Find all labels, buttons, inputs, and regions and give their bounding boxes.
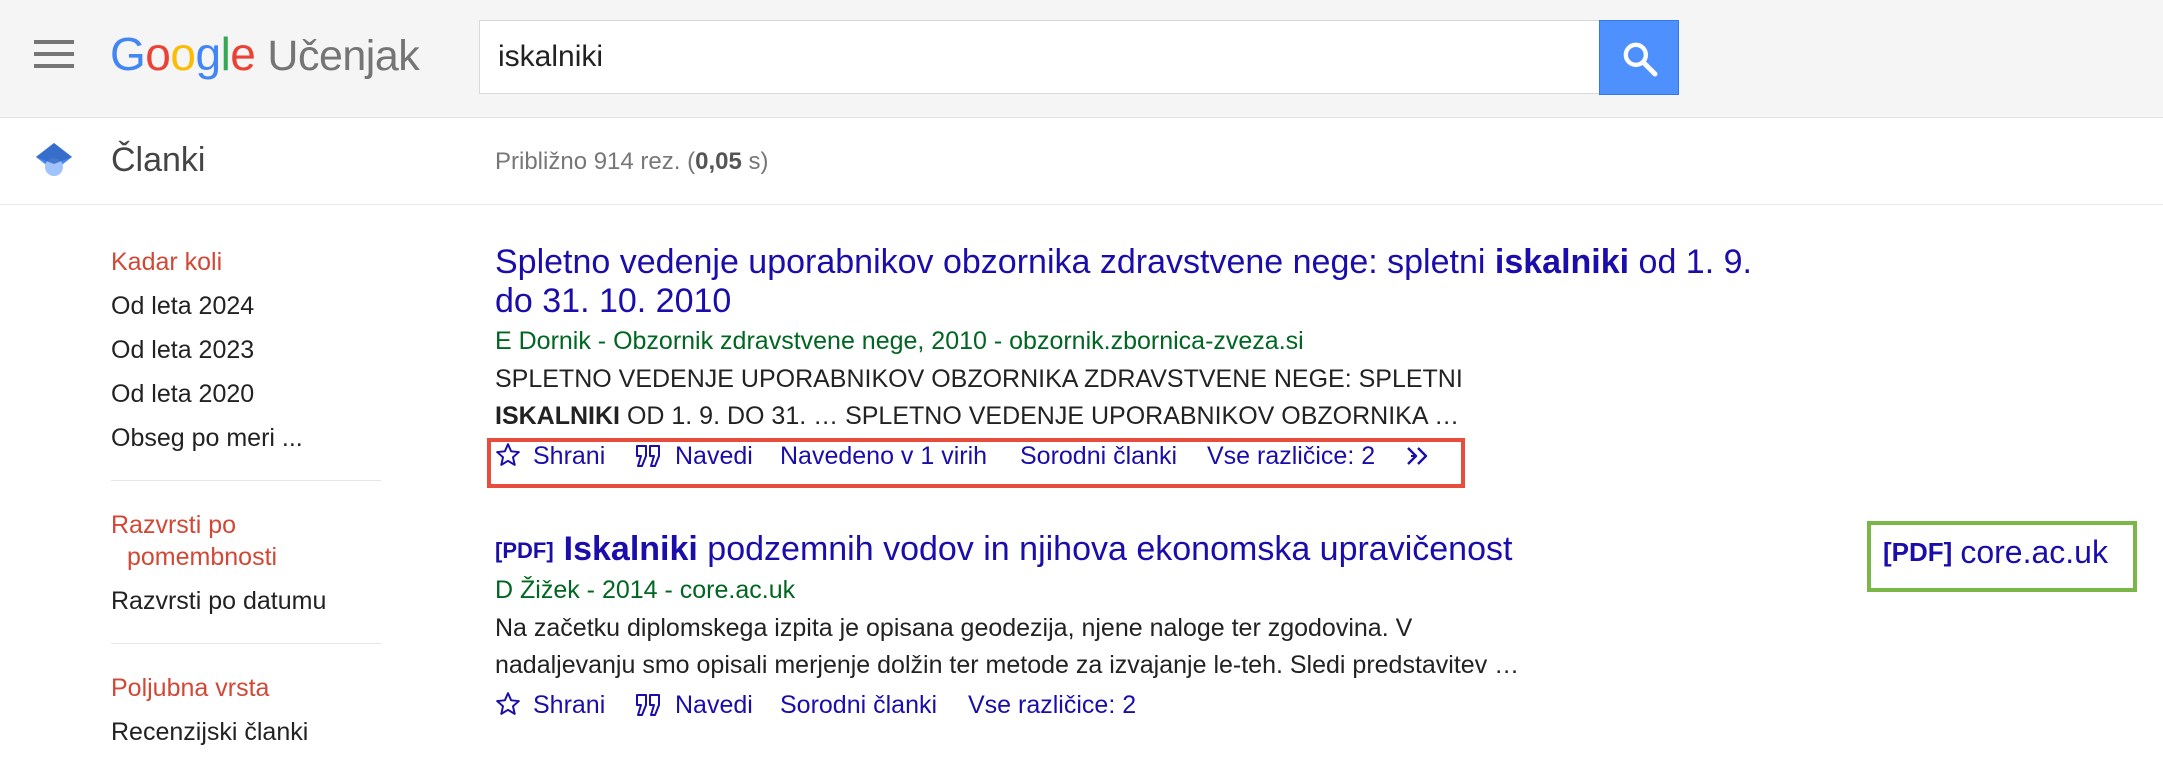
filter-since-2020[interactable]: Od leta 2020 [111,372,381,416]
sub-bar: Članki Približno 914 rez. (0,05 s) [0,118,2163,205]
sidebar-divider [111,643,381,644]
pdf-download-link[interactable]: [PDF] core.ac.uk [1883,530,2108,574]
pdf-tag: [PDF] [495,538,554,563]
quote-icon [636,694,660,716]
filter-since-2023[interactable]: Od leta 2023 [111,328,381,372]
filter-any-time[interactable]: Kadar koli [111,240,381,284]
search-result: [PDF] Iskalniki podzemnih vodov in njihov… [495,530,1755,726]
save-label: Shrani [533,691,606,719]
result-authors-source: E Dornik - Obzornik zdravstvene nege, 20… [495,327,1304,355]
result-title-link[interactable]: [PDF] Iskalniki podzemnih vodov in njihov… [495,530,1755,570]
pdf-download-domain: core.ac.uk [1960,534,2108,570]
result-actions: Shrani Navedi Sorodni članki Vse različi… [495,686,1755,726]
result-snippet-line: Na začetku diplomskega izpita je opisana… [495,614,1413,642]
google-scholar-logo[interactable]: Google Učenjak [110,26,420,82]
logo-letter: G [110,28,146,80]
result-stats: Približno 914 rez. (0,05 s) [495,146,768,178]
logo-letter: o [170,28,196,80]
result-title-text: podzemnih vodov in njihova ekonomska upr… [697,530,1513,568]
filter-since-2024[interactable]: Od leta 2024 [111,284,381,328]
type-any[interactable]: Poljubna vrsta [111,666,381,710]
top-bar: Google Učenjak [0,0,2163,118]
sort-by-date[interactable]: Razvrsti po datumu [111,579,381,623]
result-snippet-highlight: ISKALNIKI [495,402,620,430]
result-stats-prefix: Približno 914 rez. ( [495,148,696,175]
cite-link[interactable]: Navedi [635,688,753,722]
star-icon [496,692,520,715]
type-review-articles[interactable]: Recenzijski članki [111,710,381,754]
logo-letter: o [145,28,171,80]
section-title: Članki [111,141,206,179]
search-icon [1623,42,1658,77]
cite-label: Navedi [675,691,753,719]
logo-letter: e [230,28,256,80]
result-authors-source: D Žižek - 2014 - core.ac.uk [495,576,796,604]
result-stats-time: 0,05 [695,148,742,175]
result-title-highlight: Iskalniki [563,530,698,568]
result-title-text: Spletno vedenje uporabnikov obzornika zd… [495,243,1495,281]
result-snippet-line: nadaljevanju smo opisali merjenje dolžin… [495,651,1520,679]
sort-by-relevance-line2: pomembnosti [127,543,278,571]
pdf-download-tag: [PDF] [1883,537,1953,567]
sort-by-relevance-line1: Razvrsti po [111,511,237,539]
result-snippet: Na začetku diplomskega izpita je opisana… [495,610,1755,684]
search-box [479,20,1599,94]
save-link[interactable]: Shrani [495,688,605,722]
search-input[interactable] [498,21,1588,93]
result-title-link[interactable]: Spletno vedenje uporabnikov obzornika zd… [495,243,1755,321]
filters-sidebar: Kadar koli Od leta 2024 Od leta 2023 Od … [111,240,381,754]
logo-letter: g [195,28,221,80]
actions-highlight-box [487,438,1465,488]
sort-by-relevance[interactable]: Razvrsti po pomembnosti [111,503,381,579]
all-versions-link[interactable]: Vse različice: 2 [968,688,1136,722]
graduation-cap-icon [36,143,72,176]
result-title-highlight: iskalniki [1494,243,1630,281]
logo-letter: l [220,28,231,80]
menu-icon[interactable] [34,40,74,68]
logo-suffix: Učenjak [267,32,420,80]
result-snippet-line: ISKALNIKI OD 1. 9. DO 31. … SPLETNO VEDE… [495,398,1755,435]
related-articles-link[interactable]: Sorodni članki [780,688,937,722]
search-button[interactable] [1599,20,1679,95]
result-snippet-text: OD 1. 9. DO 31. … SPLETNO VEDENJE UPORAB… [620,402,1460,430]
result-snippet-line: SPLETNO VEDENJE UPORABNIKOV OBZORNIKA ZD… [495,365,1463,393]
sidebar-divider [111,480,381,481]
filter-custom-range[interactable]: Obseg po meri ... [111,416,381,460]
result-snippet: SPLETNO VEDENJE UPORABNIKOV OBZORNIKA ZD… [495,361,1755,435]
result-stats-suffix: s) [741,148,769,175]
